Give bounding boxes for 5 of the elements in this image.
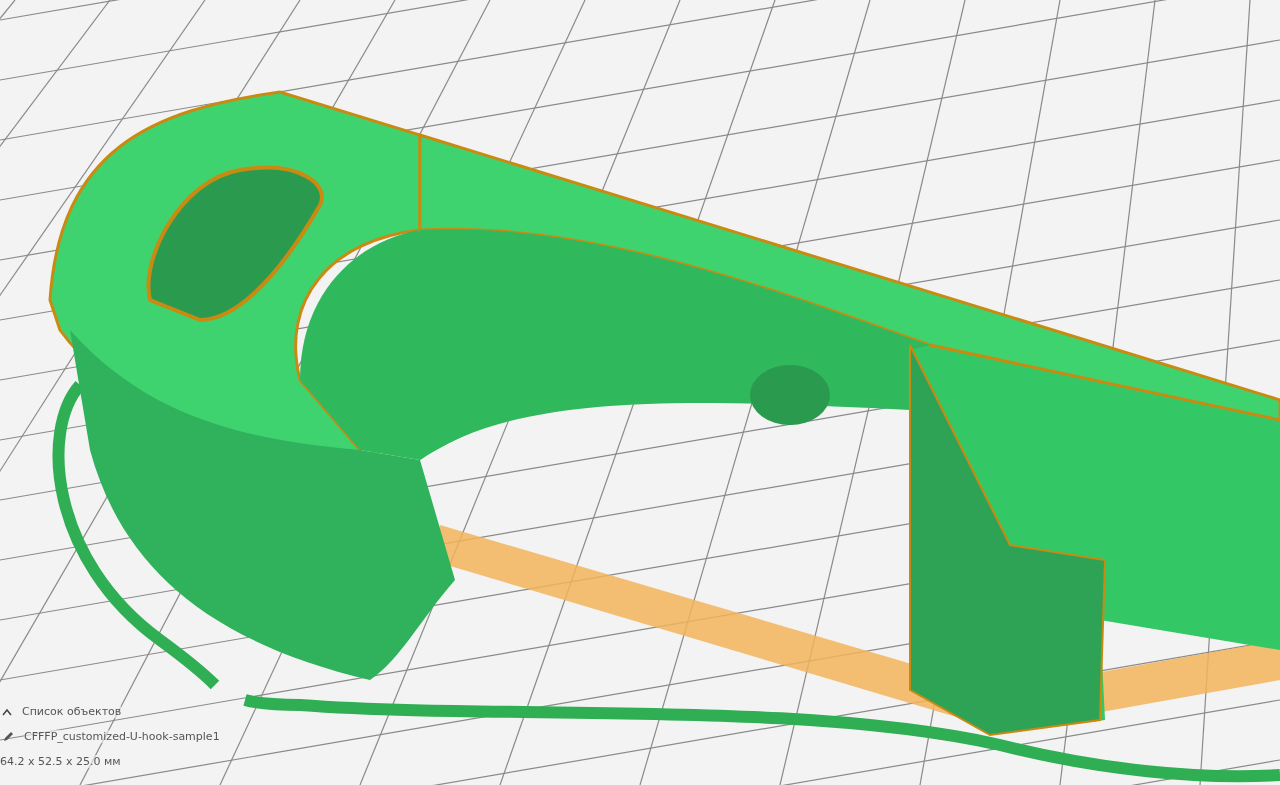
pencil-icon[interactable] <box>2 730 14 743</box>
object-name: CFFFP_customized-U-hook-sample1 <box>24 730 220 743</box>
object-list-toggle[interactable]: Список объектов <box>22 705 122 718</box>
caret-up-icon[interactable] <box>2 707 12 716</box>
object-dimensions: 64.2 x 52.5 x 25.0 мм <box>0 755 121 768</box>
